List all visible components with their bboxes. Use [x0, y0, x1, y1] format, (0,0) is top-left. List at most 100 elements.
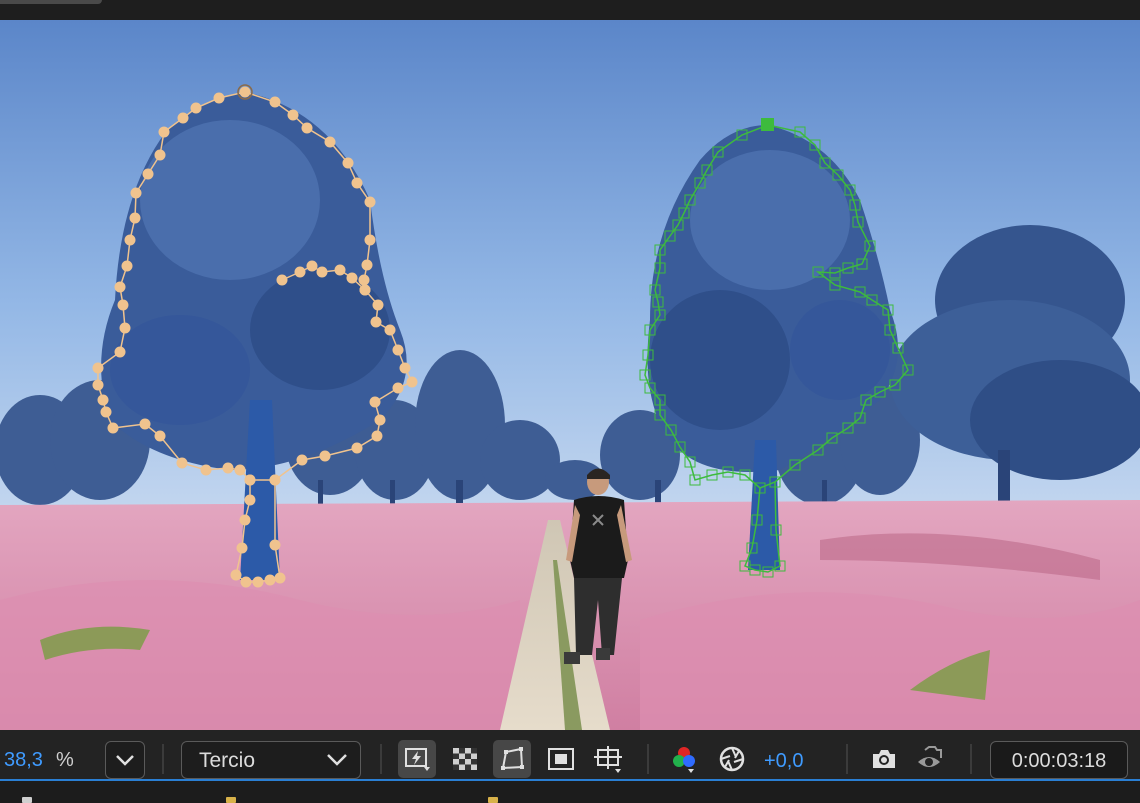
mask-vertex[interactable] [264, 574, 276, 586]
mask-vertex[interactable] [240, 576, 252, 588]
transparency-grid-button[interactable] [446, 740, 484, 778]
mask-vertex[interactable] [316, 266, 328, 278]
mask-vertex[interactable] [370, 316, 382, 328]
mask-vertex[interactable] [119, 322, 131, 334]
rgb-channels-icon [673, 747, 695, 773]
chevron-down-icon [116, 755, 134, 766]
separator [970, 744, 972, 774]
zoom-unit: % [56, 749, 74, 771]
mask-vertex[interactable] [372, 299, 384, 311]
panel-tab-marker [226, 797, 236, 803]
mask-vertex[interactable] [351, 177, 363, 189]
guides-button[interactable] [589, 740, 627, 778]
mask-vertex[interactable] [139, 418, 151, 430]
mask-vertex[interactable] [306, 260, 318, 272]
show-snapshot-button[interactable] [912, 740, 950, 778]
mask-vertex[interactable] [190, 102, 202, 114]
fast-previews-button[interactable] [398, 740, 436, 778]
mask-vertex[interactable] [301, 122, 313, 134]
mask-vertex[interactable] [244, 494, 256, 506]
guides-grid-icon [594, 746, 622, 773]
mask-vertex[interactable] [294, 266, 306, 278]
mask-vertex[interactable] [252, 576, 264, 588]
fast-previews-icon [405, 748, 430, 771]
panel-tab-marker [488, 797, 498, 803]
mask-vertex[interactable] [346, 272, 358, 284]
mask-vertex[interactable] [130, 187, 142, 199]
mask-vertex[interactable] [359, 284, 371, 296]
region-of-interest-icon [548, 748, 574, 770]
reset-exposure-button[interactable] [713, 740, 751, 778]
mask-vertex[interactable] [107, 422, 119, 434]
mask-vertex[interactable] [142, 168, 154, 180]
mask-vertex[interactable] [296, 454, 308, 466]
mask-vertex[interactable] [399, 362, 411, 374]
exposure-value[interactable]: +0,0 [764, 750, 803, 773]
chevron-down-icon [327, 754, 347, 766]
mask-vertex[interactable] [269, 474, 281, 486]
mask-vertex[interactable] [364, 196, 376, 208]
mask-vertex[interactable] [234, 464, 246, 476]
mask-vertex[interactable] [222, 462, 234, 474]
mask-vertex[interactable] [371, 430, 383, 442]
mask-vertex[interactable] [358, 274, 370, 286]
mask-vertex[interactable] [236, 542, 248, 554]
mask-vertex[interactable] [97, 394, 109, 406]
mask-vertex[interactable] [177, 112, 189, 124]
mask-vertex[interactable] [392, 382, 404, 394]
mask-vertex[interactable] [244, 474, 256, 486]
mask-vertex[interactable] [351, 442, 363, 454]
channels-button[interactable] [665, 740, 703, 778]
mask-vertex[interactable] [154, 430, 166, 442]
mask-vertex[interactable] [384, 324, 396, 336]
mask-vertex[interactable] [124, 234, 136, 246]
viewer-tab[interactable] [0, 0, 102, 4]
mask-vertex[interactable] [319, 450, 331, 462]
mask-vertex[interactable] [114, 346, 126, 358]
mask-vertex[interactable] [392, 344, 404, 356]
mask-vertex[interactable] [154, 149, 166, 161]
mask-vertex[interactable] [239, 86, 251, 98]
mask-vertex[interactable] [276, 274, 288, 286]
mask-vertex[interactable] [342, 157, 354, 169]
mask-vertex[interactable] [239, 514, 251, 526]
mask-vertex[interactable] [92, 362, 104, 374]
separator [162, 744, 164, 774]
mask-vertex[interactable] [230, 569, 242, 581]
mask-vertex[interactable] [121, 260, 133, 272]
mask-vertex[interactable] [361, 259, 373, 271]
mask-vertex[interactable] [324, 136, 336, 148]
zoom-menu-button[interactable] [105, 741, 145, 779]
mask-vertex[interactable] [213, 92, 225, 104]
mask-vertex[interactable] [274, 572, 286, 584]
mask-vertex[interactable] [158, 126, 170, 138]
mask-vertex[interactable] [287, 109, 299, 121]
region-of-interest-button[interactable] [542, 740, 580, 778]
mask-vertex[interactable] [92, 379, 104, 391]
mask-vertex[interactable] [334, 264, 346, 276]
panel-tab-marker [22, 797, 32, 803]
mask-path-icon [501, 747, 524, 770]
zoom-value[interactable]: 38,3 [4, 749, 43, 772]
mask-visibility-button[interactable] [493, 740, 531, 778]
mask-vertex[interactable] [364, 234, 376, 246]
mask-vertex[interactable] [269, 96, 281, 108]
mask-vertex[interactable] [369, 396, 381, 408]
timeline-panel-strip [0, 781, 1140, 803]
current-time-display[interactable]: 0:00:03:18 [990, 741, 1128, 779]
take-snapshot-button[interactable] [865, 740, 903, 778]
mask-vertex[interactable] [200, 464, 212, 476]
mask-vertex[interactable] [100, 406, 112, 418]
checkerboard-icon [453, 748, 477, 770]
mask-first-vertex[interactable] [761, 118, 774, 131]
mask-vertex[interactable] [269, 539, 281, 551]
mask-vertex[interactable] [129, 212, 141, 224]
viewer-tab-bar [0, 0, 1140, 20]
mask-vertex[interactable] [374, 414, 386, 426]
mask-vertex[interactable] [114, 281, 126, 293]
composition-viewer[interactable] [0, 20, 1140, 730]
mask-vertex[interactable] [117, 299, 129, 311]
mask-vertex[interactable] [176, 457, 188, 469]
separator [380, 744, 382, 774]
mask-vertex[interactable] [406, 376, 418, 388]
